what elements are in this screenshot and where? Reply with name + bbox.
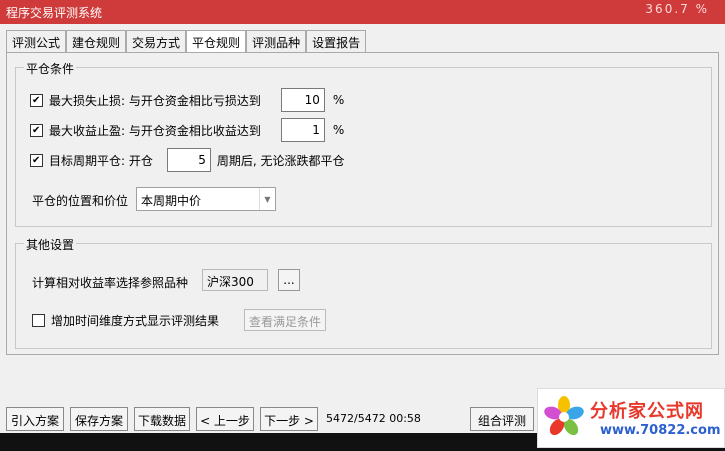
reference-field[interactable]: 沪深300 — [202, 269, 268, 291]
prev-step-button[interactable]: < 上一步 — [196, 407, 254, 431]
tab-open-rules[interactable]: 建仓规则 — [66, 30, 127, 52]
progress-status: 5472/5472 00:58 — [326, 412, 421, 425]
tab-strip: 评测公式 建仓规则 交易方式 平仓规则 评测品种 设置报告 — [6, 30, 367, 52]
position-price-value: 本周期中价 — [141, 194, 202, 208]
tab-panel: 平仓条件 最大损失止损: 与开仓资金相比亏损达到 10 % 最大收益止盈: 与开… — [6, 52, 719, 355]
evaluation-window: 程序交易评测系统 360.7 % 评测公式 建仓规则 交易方式 平仓规则 评测品… — [0, 0, 725, 451]
time-dimension-row: 增加时间维度方式显示评测结果 — [32, 308, 219, 332]
tab-report-settings[interactable]: 设置报告 — [306, 30, 367, 52]
other-settings-legend: 其他设置 — [24, 236, 77, 253]
site-watermark-logo: 分析家公式网 www.70822.com — [537, 388, 725, 448]
tab-trade-mode[interactable]: 交易方式 — [126, 30, 187, 52]
other-settings-group: 其他设置 计算相对收益率选择参照品种 沪深300 ... 增加时间维度方式显示评… — [15, 236, 712, 349]
target-period-label: 目标周期平仓: 开仓 — [49, 153, 153, 168]
background-ticker-text: 360.7 % — [645, 2, 709, 16]
position-price-label: 平仓的位置和价位 — [32, 194, 129, 208]
target-period-suffix: 周期后, 无论涨跌都平仓 — [216, 153, 345, 168]
next-step-button[interactable]: 下一步 > — [260, 407, 318, 431]
max-gain-input[interactable]: 1 — [280, 118, 325, 142]
tab-close-rules[interactable]: 平仓规则 — [186, 30, 247, 52]
max-loss-unit: % — [332, 93, 345, 107]
max-loss-row: 最大损失止损: 与开仓资金相比亏损达到 10 % — [30, 88, 344, 112]
close-conditions-legend: 平仓条件 — [24, 60, 77, 77]
close-conditions-group: 平仓条件 最大损失止损: 与开仓资金相比亏损达到 10 % 最大收益止盈: 与开… — [15, 60, 712, 227]
logo-url-text: www.70822.com — [600, 423, 721, 438]
combined-evaluation-button[interactable]: 组合评测 — [470, 407, 534, 431]
reference-browse-button[interactable]: ... — [278, 269, 300, 291]
flower-logo-icon — [544, 396, 584, 436]
max-loss-checkbox[interactable] — [30, 93, 43, 107]
logo-brand-text: 分析家公式网 — [590, 401, 704, 422]
max-loss-label: 最大损失止损: 与开仓资金相比亏损达到 — [49, 93, 261, 108]
reference-label: 计算相对收益率选择参照品种 — [32, 276, 189, 290]
tab-formula[interactable]: 评测公式 — [6, 30, 67, 52]
tab-instruments[interactable]: 评测品种 — [246, 30, 307, 52]
title-bar[interactable]: 程序交易评测系统 360.7 % — [0, 0, 725, 24]
view-conditions-button[interactable]: 查看满足条件 — [244, 309, 326, 331]
position-price-select[interactable]: 本周期中价 ▼ — [136, 187, 276, 211]
max-gain-label: 最大收益止盈: 与开仓资金相比收益达到 — [49, 123, 261, 138]
max-gain-checkbox[interactable] — [30, 123, 43, 137]
target-period-checkbox[interactable] — [30, 153, 43, 167]
import-plan-button[interactable]: 引入方案 — [6, 407, 64, 431]
time-dimension-label: 增加时间维度方式显示评测结果 — [51, 313, 220, 328]
save-plan-button[interactable]: 保存方案 — [70, 407, 128, 431]
max-gain-row: 最大收益止盈: 与开仓资金相比收益达到 1 % — [30, 118, 344, 142]
download-data-button[interactable]: 下载数据 — [134, 407, 190, 431]
target-period-input[interactable]: 5 — [166, 148, 211, 172]
max-gain-unit: % — [332, 123, 345, 137]
time-dimension-checkbox[interactable] — [32, 313, 45, 327]
chevron-down-icon[interactable]: ▼ — [259, 188, 275, 210]
max-loss-input[interactable]: 10 — [280, 88, 325, 112]
window-title: 程序交易评测系统 — [6, 6, 103, 20]
target-period-row: 目标周期平仓: 开仓 5 周期后, 无论涨跌都平仓 — [30, 148, 345, 172]
